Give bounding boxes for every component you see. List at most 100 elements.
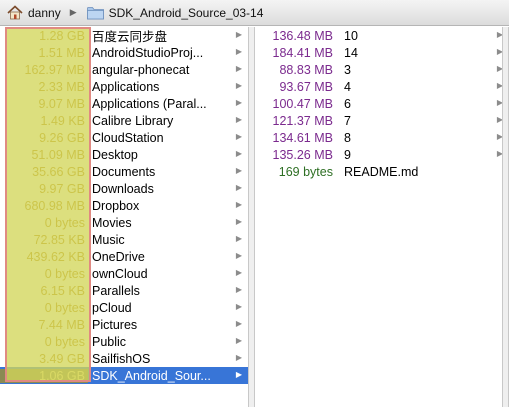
size-label: 0 bytes (44, 300, 85, 315)
item-name: 百度云同步盘 (92, 30, 168, 44)
home-icon (7, 5, 23, 20)
disclosure-triangle-icon: ▶ (235, 251, 242, 260)
folder-row[interactable]: 2.33 MB Applications ▶ (0, 78, 248, 95)
folder-row[interactable]: 0 bytes Public ▶ (0, 333, 248, 350)
folder-icon (86, 6, 104, 20)
disclosure-triangle-icon: ▶ (235, 319, 242, 328)
size-label: 134.61 MB (272, 130, 333, 145)
column-resize-handle[interactable] (502, 27, 509, 407)
folder-row[interactable]: 0 bytes Movies ▶ (0, 214, 248, 231)
item-name: Desktop (92, 147, 138, 162)
crumb-current-folder[interactable]: SDK_Android_Source_03-14 (86, 0, 264, 26)
column-folder-contents: 136.48 MB 10 ▶ 184.41 MB 14 ▶ 88.83 MB 3 ▶ 93.67 … (256, 27, 509, 407)
crumb-home[interactable]: danny (7, 0, 61, 26)
crumb-label: SDK_Android_Source_03-14 (108, 5, 264, 20)
folder-row[interactable]: 1.51 MB AndroidStudioProj... ▶ (0, 44, 248, 61)
folder-row[interactable]: 1.06 GB SDK_Android_Sour... ▶ (0, 367, 248, 384)
disclosure-triangle-icon: ▶ (235, 234, 242, 243)
folder-row[interactable]: 93.67 MB 4 ▶ (256, 78, 509, 95)
item-name: README.md (344, 164, 419, 179)
disclosure-triangle-icon: ▶ (235, 353, 242, 362)
folder-row[interactable]: 134.61 MB 8 ▶ (256, 129, 509, 146)
item-name: Music (92, 232, 125, 247)
folder-row[interactable]: 88.83 MB 3 ▶ (256, 61, 509, 78)
item-name: 4 (344, 79, 351, 94)
item-name: Dropbox (92, 198, 140, 213)
disclosure-triangle-icon: ▶ (235, 166, 242, 175)
item-name: Applications (92, 79, 160, 94)
disclosure-triangle-icon: ▶ (235, 47, 242, 56)
folder-row[interactable]: 9.07 MB Applications (Paral... ▶ (0, 95, 248, 112)
folder-row[interactable]: 121.37 MB 7 ▶ (256, 112, 509, 129)
item-name: 9 (344, 147, 351, 162)
size-label: 136.48 MB (272, 28, 333, 43)
folder-row[interactable]: 162.97 MB angular-phonecat ▶ (0, 61, 248, 78)
disclosure-triangle-icon: ▶ (235, 81, 242, 90)
item-name: Applications (Paral... (92, 96, 207, 111)
size-label: 1.51 MB (38, 45, 85, 60)
disclosure-triangle-icon: ▶ (235, 183, 242, 192)
size-label: 6.15 KB (40, 283, 85, 298)
disclosure-triangle-icon: ▶ (235, 115, 242, 124)
folder-row[interactable]: 51.09 MB Desktop ▶ (0, 146, 248, 163)
disclosure-triangle-icon: ▶ (235, 336, 242, 345)
size-label: 9.97 GB (39, 181, 85, 196)
disclosure-triangle-icon: ▶ (235, 30, 242, 39)
crumb-label: danny (28, 5, 61, 20)
item-name: 3 (344, 62, 351, 77)
folder-row[interactable]: 184.41 MB 14 ▶ (256, 44, 509, 61)
folder-row[interactable]: 7.44 MB Pictures ▶ (0, 316, 248, 333)
path-bar: danny ▶ SDK_Android_Source_03-14 (0, 0, 509, 26)
folder-row[interactable]: 0 bytes pCloud ▶ (0, 299, 248, 316)
folder-row[interactable]: 136.48 MB 10 ▶ (256, 27, 509, 44)
folder-row[interactable]: 9.97 GB Downloads ▶ (0, 180, 248, 197)
item-name: Parallels (92, 283, 140, 298)
folder-row[interactable]: 6.15 KB Parallels ▶ (0, 282, 248, 299)
size-label: 0 bytes (44, 334, 85, 349)
item-name: SailfishOS (92, 351, 151, 366)
chevron-right-icon: ▶ (69, 7, 77, 17)
disclosure-triangle-icon: ▶ (235, 64, 242, 73)
item-name: 14 (344, 45, 358, 60)
size-label: 100.47 MB (272, 96, 333, 111)
size-label: 35.66 GB (32, 164, 85, 179)
item-name: ownCloud (92, 266, 148, 281)
size-label: 162.97 MB (24, 62, 85, 77)
size-label: 51.09 MB (31, 147, 85, 162)
size-label: 0 bytes (44, 266, 85, 281)
size-label: 3.49 GB (39, 351, 85, 366)
disclosure-triangle-icon: ▶ (235, 200, 242, 209)
file-row[interactable]: 169 bytes README.md (256, 163, 509, 180)
disclosure-triangle-icon: ▶ (235, 302, 242, 311)
disclosure-triangle-icon: ▶ (235, 149, 242, 158)
column-resize-handle[interactable] (248, 27, 255, 407)
size-label: 135.26 MB (272, 147, 333, 162)
folder-row[interactable]: 1.28 GB 百度云同步盘 ▶ (0, 27, 248, 45)
folder-row[interactable]: 35.66 GB Documents ▶ (0, 163, 248, 180)
disclosure-triangle-icon: ▶ (235, 98, 242, 107)
folder-row[interactable]: 9.26 GB CloudStation ▶ (0, 129, 248, 146)
size-label: 121.37 MB (272, 113, 333, 128)
item-name: Downloads (92, 181, 154, 196)
item-name: SDK_Android_Sour... (92, 368, 211, 383)
size-label: 0 bytes (44, 215, 85, 230)
item-name: pCloud (92, 300, 132, 315)
size-label: 93.67 MB (279, 79, 333, 94)
folder-row[interactable]: 135.26 MB 9 ▶ (256, 146, 509, 163)
item-name: OneDrive (92, 249, 145, 264)
disclosure-triangle-icon: ▶ (235, 268, 242, 277)
size-label: 9.07 MB (38, 96, 85, 111)
disclosure-triangle-icon: ▶ (235, 217, 242, 226)
folder-row[interactable]: 0 bytes ownCloud ▶ (0, 265, 248, 282)
item-name: 8 (344, 130, 351, 145)
disclosure-triangle-icon: ▶ (235, 132, 242, 141)
folder-row[interactable]: 680.98 MB Dropbox ▶ (0, 197, 248, 214)
folder-row[interactable]: 72.85 KB Music ▶ (0, 231, 248, 248)
folder-row[interactable]: 3.49 GB SailfishOS ▶ (0, 350, 248, 367)
folder-row[interactable]: 439.62 KB OneDrive ▶ (0, 248, 248, 265)
size-label: 169 bytes (278, 164, 333, 179)
item-name: CloudStation (92, 130, 164, 145)
item-name: Public (92, 334, 127, 349)
folder-row[interactable]: 1.49 KB Calibre Library ▶ (0, 112, 248, 129)
folder-row[interactable]: 100.47 MB 6 ▶ (256, 95, 509, 112)
